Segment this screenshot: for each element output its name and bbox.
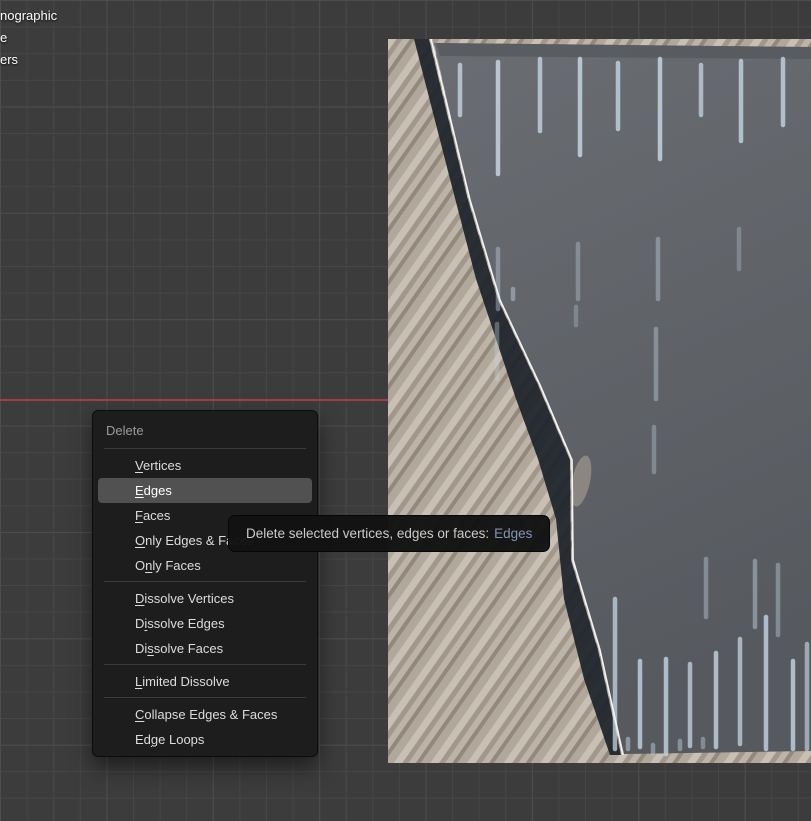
- menu-item-edges[interactable]: Edges: [98, 478, 312, 503]
- menu-separator: [104, 448, 306, 449]
- menu-item-collapse-edges-faces[interactable]: Collapse Edges & Faces: [98, 702, 312, 727]
- textured-mesh-render[interactable]: [388, 39, 811, 763]
- menu-separator: [104, 664, 306, 665]
- menu-item-vertices[interactable]: Vertices: [98, 453, 312, 478]
- delete-context-menu: Delete VerticesEdgesFacesOnly Edges & Fa…: [92, 410, 318, 757]
- menu-item-dissolve-faces[interactable]: Dissolve Faces: [98, 636, 312, 661]
- menu-item-dissolve-vertices[interactable]: Dissolve Vertices: [98, 586, 312, 611]
- tooltip: Delete selected vertices, edges or faces…: [228, 515, 550, 552]
- units-overlay: ers: [0, 52, 18, 67]
- blender-3d-viewport: { "viewport": { "overlay_lines": ["nogra…: [0, 0, 811, 821]
- tooltip-text: Delete selected vertices, edges or faces…: [246, 526, 489, 541]
- grid-x-axis-line: [0, 399, 388, 401]
- tooltip-value: Edges: [494, 526, 532, 541]
- menu-item-edge-loops[interactable]: Edge Loops: [98, 727, 312, 752]
- menu-title: Delete: [93, 414, 317, 445]
- menu-item-only-faces[interactable]: Only Faces: [98, 553, 312, 578]
- object-name-overlay: e: [0, 30, 7, 45]
- menu-separator: [104, 581, 306, 582]
- menu-item-dissolve-edges[interactable]: Dissolve Edges: [98, 611, 312, 636]
- menu-separator: [104, 697, 306, 698]
- view-name-overlay: nographic: [0, 8, 57, 23]
- menu-item-limited-dissolve[interactable]: Limited Dissolve: [98, 669, 312, 694]
